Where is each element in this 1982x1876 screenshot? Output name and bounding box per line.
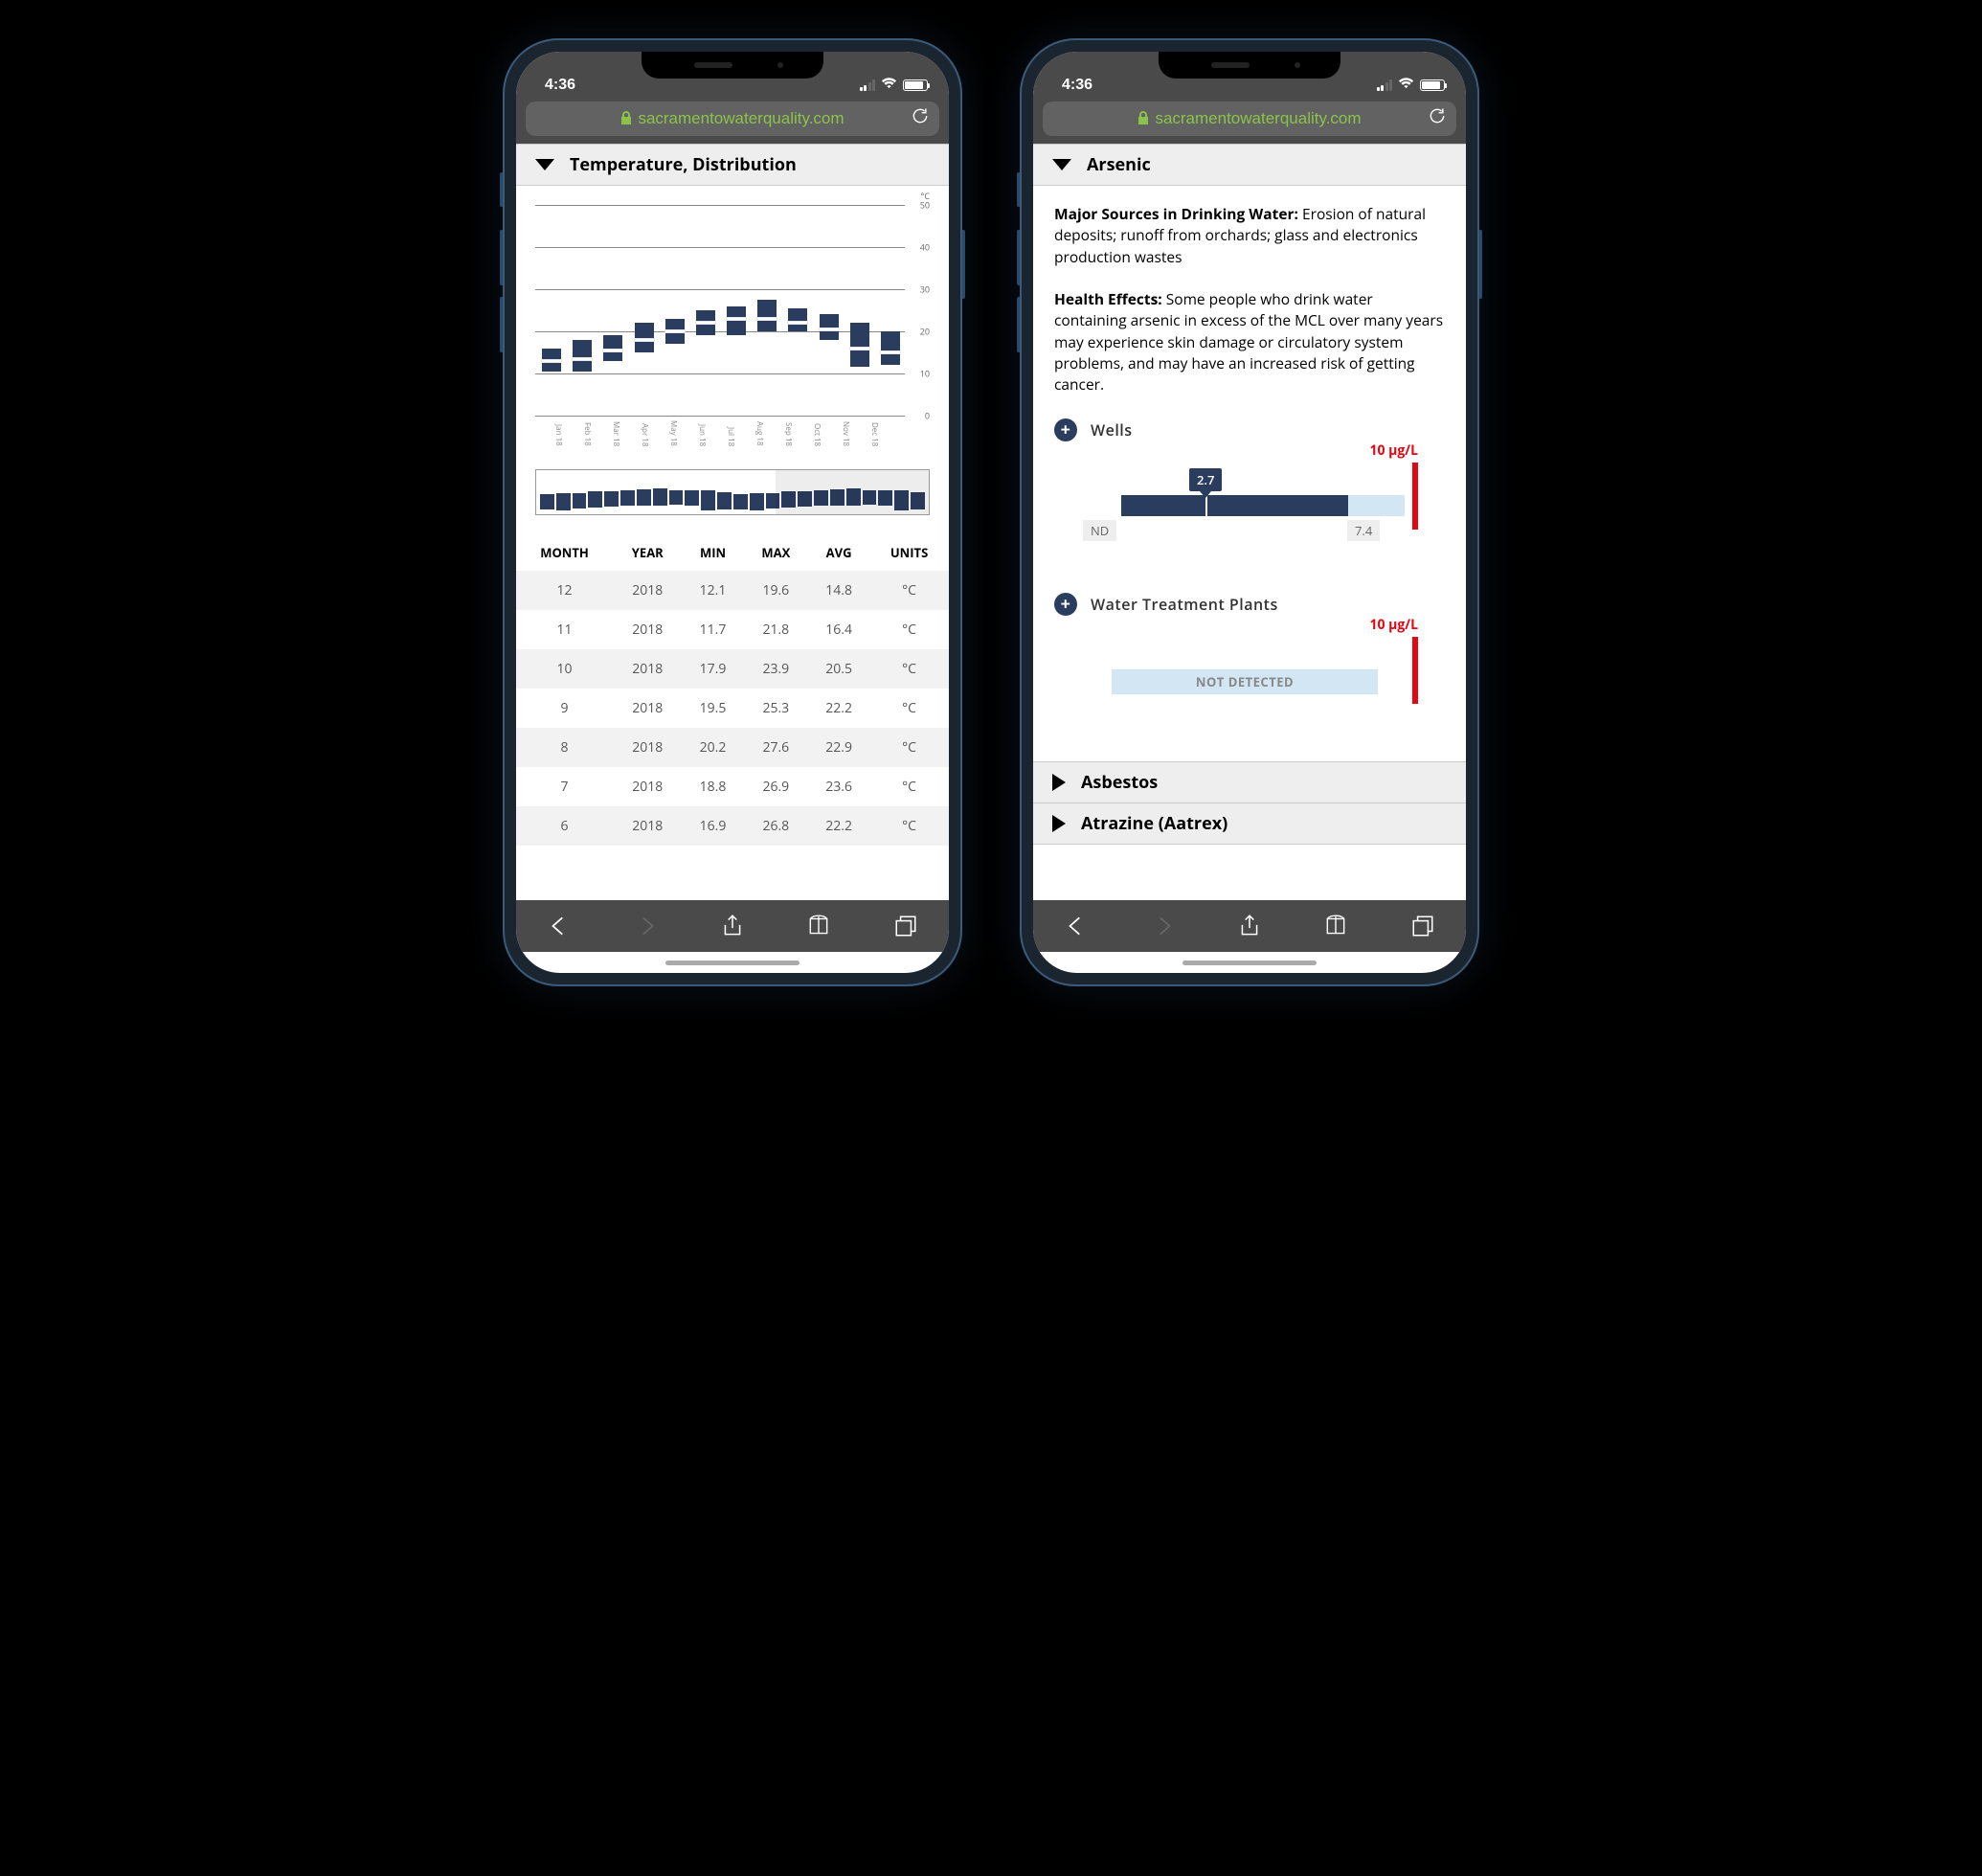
table-row: 6201816.926.822.2°C (516, 806, 949, 846)
section-header-asbestos[interactable]: Asbestos (1033, 761, 1466, 803)
battery-icon (903, 79, 928, 91)
median-mark (1205, 495, 1207, 516)
section-title: Arsenic (1087, 153, 1151, 176)
candle-bar (788, 308, 807, 331)
candle-bar (727, 306, 746, 336)
wells-title: Wells (1091, 419, 1133, 441)
section-header-arsenic[interactable]: Arsenic (1033, 144, 1466, 186)
wtp-header[interactable]: + Water Treatment Plants (1054, 593, 1445, 616)
home-indicator[interactable] (1182, 961, 1317, 965)
back-icon[interactable] (547, 914, 572, 938)
wells-header[interactable]: + Wells (1054, 418, 1445, 441)
asbestos-title: Asbestos (1081, 771, 1158, 794)
wtp-title: Water Treatment Plants (1091, 594, 1278, 615)
wifi-icon (1398, 77, 1414, 94)
share-icon[interactable] (1237, 914, 1262, 938)
signal-icon (1377, 79, 1393, 91)
nd-tick: ND (1083, 520, 1116, 541)
candle-bar (850, 323, 869, 367)
candle-bar (573, 340, 592, 372)
health-effects-paragraph: Health Effects: Some people who drink wa… (1033, 284, 1466, 413)
url-text: sacramentowaterquality.com (1155, 109, 1361, 128)
phone-notch (1159, 52, 1340, 79)
table-row: 11201811.721.816.4°C (516, 610, 949, 649)
forward-icon (634, 914, 659, 938)
table-row: 8201820.227.622.9°C (516, 728, 949, 767)
table-header: YEAR (613, 534, 682, 571)
candle-bar (757, 300, 777, 331)
candle-bar (603, 335, 622, 360)
overview-chart[interactable] (535, 469, 930, 515)
table-header: AVG (808, 534, 869, 571)
table-row: 12201812.119.614.8°C (516, 571, 949, 610)
chevron-down-icon (1052, 159, 1071, 170)
atrazine-title: Atrazine (Aatrex) (1081, 812, 1227, 835)
reload-icon[interactable] (911, 106, 930, 131)
home-indicator[interactable] (665, 961, 800, 965)
candle-bar (635, 323, 654, 352)
section-title: Temperature, Distribution (570, 153, 797, 176)
wells-range-chart: 10 µg/L 2.7 ND 7.4 (1083, 463, 1418, 530)
forward-icon (1151, 914, 1176, 938)
table-row: 10201817.923.920.5°C (516, 649, 949, 689)
candle-bar (542, 349, 561, 372)
browser-toolbar (1033, 900, 1466, 952)
url-bar[interactable]: sacramentowaterquality.com (1043, 102, 1456, 136)
candle-bar (665, 319, 685, 344)
tabs-icon[interactable] (893, 914, 918, 938)
tabs-icon[interactable] (1410, 914, 1435, 938)
lock-icon (1137, 111, 1149, 127)
bookmarks-icon[interactable] (1323, 914, 1348, 938)
url-text: sacramentowaterquality.com (638, 109, 844, 128)
temperature-chart[interactable]: °C 01020304050Jan 18Feb 18Mar 18Apr 18Ma… (516, 186, 949, 463)
overview-selection[interactable] (776, 470, 929, 514)
table-header: MAX (744, 534, 809, 571)
limit-label: 10 µg/L (1370, 616, 1419, 634)
reload-icon[interactable] (1428, 106, 1447, 131)
median-badge: 2.7 (1189, 468, 1222, 491)
chevron-right-icon (1052, 774, 1066, 791)
table-header: MIN (683, 534, 744, 571)
table-row: 7201818.826.923.6°C (516, 767, 949, 806)
wifi-icon (881, 77, 897, 94)
major-sources-paragraph: Major Sources in Drinking Water: Erosion… (1033, 186, 1466, 284)
lock-icon (620, 111, 632, 127)
table-header: UNITS (869, 534, 949, 571)
bookmarks-icon[interactable] (806, 914, 831, 938)
limit-label: 10 µg/L (1370, 441, 1419, 460)
browser-toolbar (516, 900, 949, 952)
candle-bar (820, 314, 839, 339)
phone-mockup-right: 4:36 sacramentowaterquality.com (1020, 38, 1479, 986)
candle-bar (696, 310, 715, 335)
candle-bar (881, 331, 900, 365)
range-fill (1121, 495, 1348, 516)
signal-icon (860, 79, 876, 91)
share-icon[interactable] (720, 914, 745, 938)
phone-notch (642, 52, 823, 79)
section-header-temperature[interactable]: Temperature, Distribution (516, 144, 949, 186)
url-bar[interactable]: sacramentowaterquality.com (526, 102, 939, 136)
plus-icon: + (1054, 418, 1077, 441)
wtp-range-chart: 10 µg/L NOT DETECTED (1083, 637, 1418, 704)
status-time: 4:36 (1062, 77, 1092, 94)
battery-icon (1420, 79, 1445, 91)
back-icon[interactable] (1064, 914, 1089, 938)
phone-mockup-left: 4:36 sacramentowaterquality.com (503, 38, 962, 986)
chevron-down-icon (535, 159, 554, 170)
status-time: 4:36 (545, 77, 575, 94)
max-tick: 7.4 (1347, 520, 1380, 541)
not-detected-label: NOT DETECTED (1112, 669, 1378, 694)
table-header: MONTH (516, 534, 613, 571)
section-header-atrazine[interactable]: Atrazine (Aatrex) (1033, 803, 1466, 845)
chevron-right-icon (1052, 815, 1066, 832)
limit-line (1412, 463, 1418, 530)
table-row: 9201819.525.322.2°C (516, 689, 949, 728)
plus-icon: + (1054, 593, 1077, 616)
data-table: MONTHYEARMINMAXAVGUNITS 12201812.119.614… (516, 534, 949, 846)
limit-line (1412, 637, 1418, 704)
